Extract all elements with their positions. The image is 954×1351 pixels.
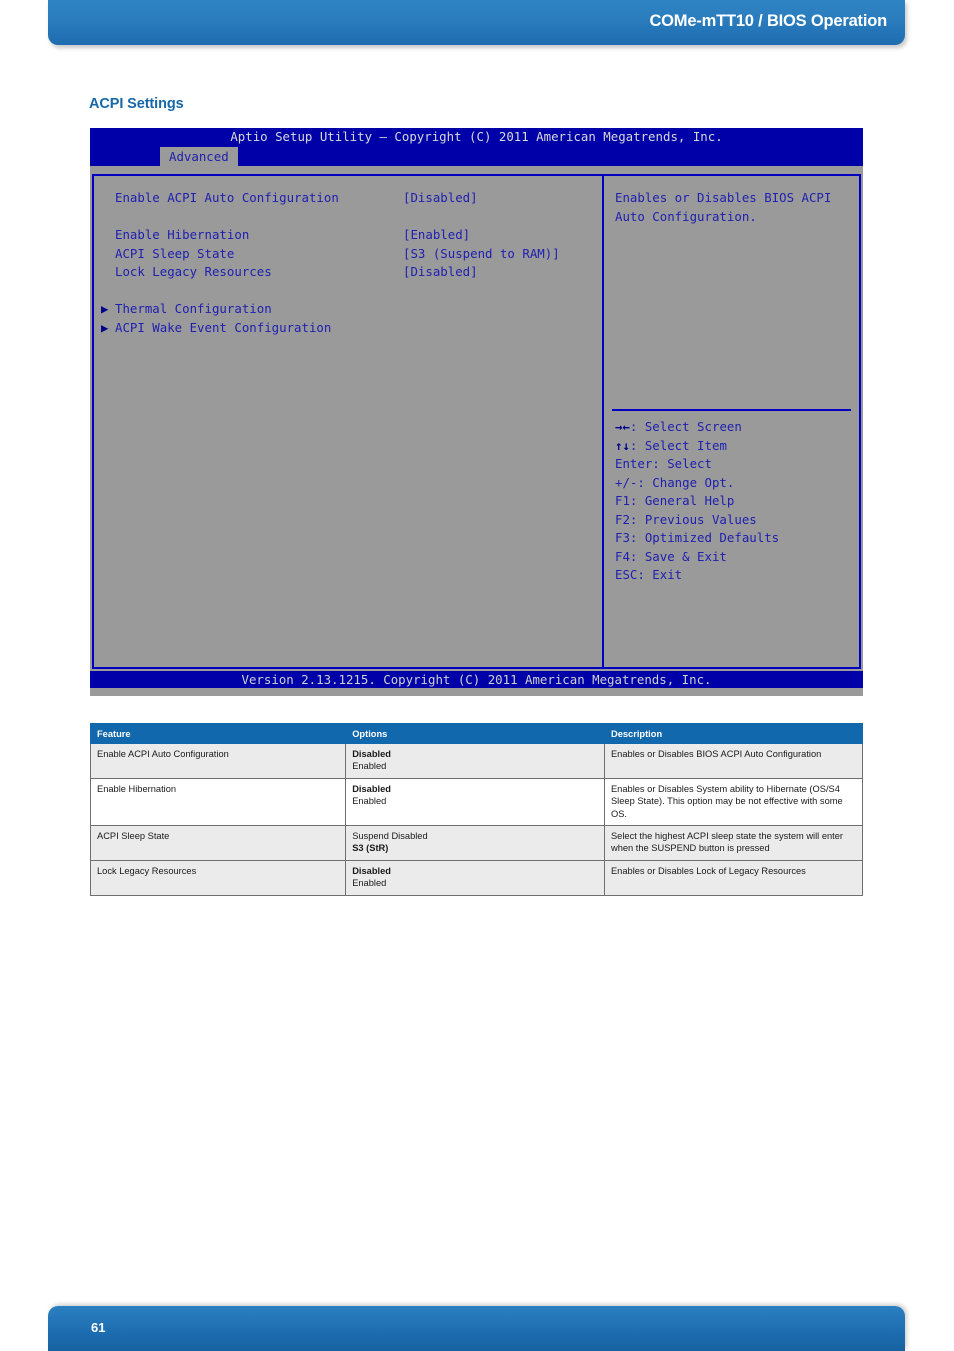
key-legend-row: Enter: Select: [615, 455, 855, 474]
key-legend-text: Enter: Select: [615, 456, 712, 471]
key-legend-text: F3: Optimized Defaults: [615, 530, 780, 545]
key-legend-row: →←: Select Screen: [615, 418, 855, 437]
bios-body: Enable ACPI Auto Configuration [Disabled…: [90, 174, 863, 671]
key-legend-row: F1: General Help: [615, 492, 855, 511]
option-value: Enabled: [352, 878, 387, 889]
key-legend-text: : Select Screen: [629, 419, 742, 434]
cell-feature: ACPI Sleep State: [89, 825, 347, 861]
bios-option-row[interactable]: Enable ACPI Auto Configuration [Disabled…: [115, 189, 585, 208]
cell-feature: Enable ACPI Auto Configuration: [89, 743, 347, 779]
cell-feature: Enable Hibernation: [89, 777, 347, 827]
cell-description: Enables or Disables System ability to Hi…: [603, 777, 864, 827]
bios-option-value[interactable]: [Disabled]: [403, 263, 478, 282]
option-value: Disabled: [352, 865, 391, 876]
bios-option-value[interactable]: [Disabled]: [403, 189, 478, 208]
bios-option-label: Lock Legacy Resources: [115, 264, 272, 279]
bios-option-row[interactable]: Lock Legacy Resources [Disabled]: [115, 263, 585, 282]
bios-submenu-label: ACPI Wake Event Configuration: [115, 319, 332, 335]
bios-setup-screen: Aptio Setup Utility – Copyright (C) 2011…: [90, 128, 863, 696]
table-header-row: Feature Options Description: [89, 723, 864, 744]
bios-option-list: Enable ACPI Auto Configuration [Disabled…: [101, 189, 585, 338]
key-legend-row: ↑↓: Select Item: [615, 437, 855, 456]
table-row: Lock Legacy Resources Disabled Enabled E…: [89, 859, 864, 896]
triangle-right-icon: ▶: [101, 301, 109, 316]
option-value: Enabled: [352, 796, 387, 807]
bios-option-spacer: [115, 282, 585, 301]
cell-description: Select the highest ACPI sleep state the …: [603, 825, 864, 861]
page-footer-bar: 61: [48, 1306, 905, 1351]
key-legend-text: +/-: Change Opt.: [615, 474, 735, 490]
bios-key-legend: →←: Select Screen ↑↓: Select Item Enter:…: [615, 418, 855, 585]
cell-options: Disabled Enabled: [345, 777, 605, 827]
key-legend-text: ESC: Exit: [615, 567, 683, 582]
bios-submenu-acpi-wake-event-configuration[interactable]: ▶ ACPI Wake Event Configuration: [101, 319, 585, 338]
table-row: Enable ACPI Auto Configuration Disabled …: [89, 743, 864, 779]
bios-help-text: Enables or Disables BIOS ACPI Auto Confi…: [615, 190, 832, 224]
bios-options-pane: Enable ACPI Auto Configuration [Disabled…: [92, 174, 602, 669]
key-legend-row: F2: Previous Values: [615, 511, 855, 530]
option-value: Enabled: [352, 761, 387, 772]
bios-gap-strip: [90, 166, 863, 174]
bios-option-value[interactable]: [Enabled]: [403, 226, 470, 245]
page-header-bar: COMe-mTT10 / BIOS Operation: [48, 0, 905, 45]
bios-titlebar: Aptio Setup Utility – Copyright (C) 2011…: [90, 128, 863, 145]
page-header-title: COMe-mTT10 / BIOS Operation: [649, 12, 887, 30]
bios-option-label: Enable Hibernation: [115, 227, 250, 242]
key-legend-text: : Select Item: [629, 437, 727, 453]
cell-feature: Lock Legacy Resources: [89, 859, 347, 896]
bios-option-spacer: [115, 208, 585, 227]
page-title: ACPI Settings: [89, 96, 184, 112]
bios-help-pane: Enables or Disables BIOS ACPI Auto Confi…: [602, 174, 861, 669]
bios-option-value[interactable]: [S3 (Suspend to RAM)]: [403, 245, 560, 264]
column-header-description: Description: [603, 723, 864, 744]
key-legend-text: F4: Save & Exit: [615, 548, 727, 564]
column-header-options: Options: [345, 723, 605, 744]
bios-tab-row: Advanced: [90, 145, 863, 166]
column-header-feature: Feature: [89, 723, 347, 744]
option-value: Disabled: [352, 749, 391, 759]
cell-options: Suspend Disabled S3 (StR): [345, 825, 605, 861]
tab-advanced[interactable]: Advanced: [160, 147, 238, 166]
bios-option-label: ACPI Sleep State: [115, 245, 235, 261]
bios-submenu-thermal-configuration[interactable]: ▶ Thermal Configuration: [101, 300, 585, 319]
option-value: Suspend Disabled: [352, 831, 428, 842]
bios-version-bar: Version 2.13.1215. Copyright (C) 2011 Am…: [90, 671, 863, 688]
cell-description: Enables or Disables Lock of Legacy Resou…: [603, 859, 864, 896]
option-value: Disabled: [352, 783, 391, 794]
settings-description-table: Feature Options Description Enable ACPI …: [89, 723, 864, 896]
cell-options: Disabled Enabled: [345, 743, 605, 779]
key-legend-row: +/-: Change Opt.: [615, 474, 855, 493]
key-legend-text: F1: General Help: [615, 493, 735, 508]
triangle-right-icon: ▶: [101, 319, 109, 335]
arrow-up-down-icon: ↑↓: [615, 437, 630, 453]
option-value: S3 (StR): [352, 843, 389, 854]
bios-submenu-label: Thermal Configuration: [115, 301, 272, 316]
page-number: 61: [91, 1320, 106, 1335]
bios-option-row[interactable]: Enable Hibernation [Enabled]: [115, 226, 585, 245]
key-legend-row: F3: Optimized Defaults: [615, 529, 855, 548]
key-legend-row: ESC: Exit: [615, 566, 855, 585]
cell-options: Disabled Enabled: [345, 859, 605, 896]
table-row: Enable Hibernation Disabled Enabled Enab…: [89, 777, 864, 827]
table-row: ACPI Sleep State Suspend Disabled S3 (St…: [89, 825, 864, 861]
key-legend-text: F2: Previous Values: [615, 511, 757, 527]
bios-option-label: Enable ACPI Auto Configuration: [115, 190, 339, 205]
bios-option-row[interactable]: ACPI Sleep State [S3 (Suspend to RAM)]: [115, 245, 585, 264]
arrow-left-right-icon: →←: [615, 419, 630, 434]
cell-description: Enables or Disables BIOS ACPI Auto Confi…: [603, 743, 864, 779]
key-legend-row: F4: Save & Exit: [615, 548, 855, 567]
divider: [612, 409, 851, 411]
